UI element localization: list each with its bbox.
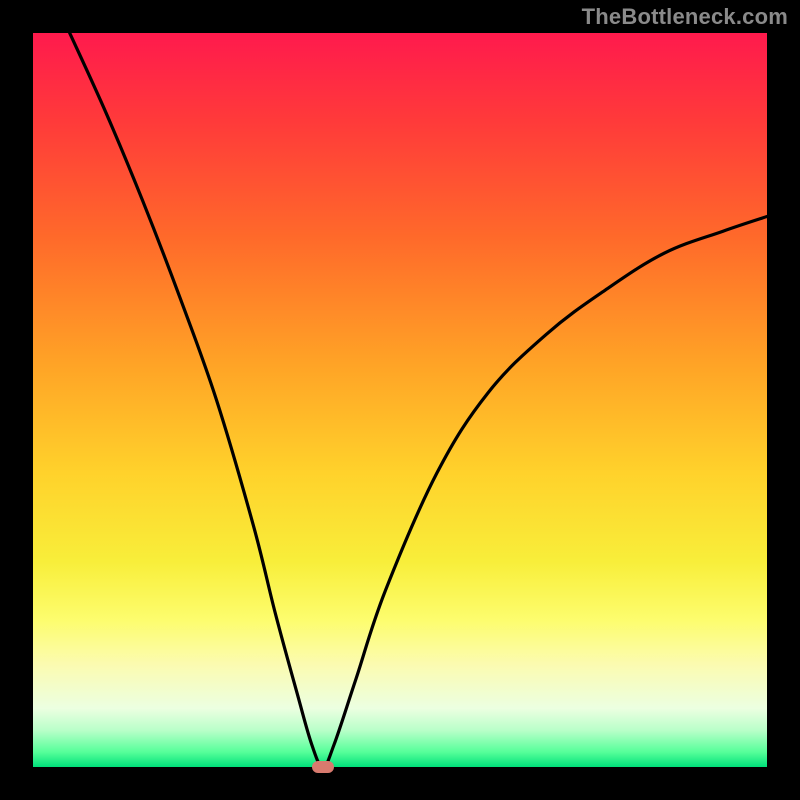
chart-frame: TheBottleneck.com	[0, 0, 800, 800]
watermark-text: TheBottleneck.com	[582, 4, 788, 30]
plot-area	[33, 33, 767, 767]
bottleneck-curve	[33, 33, 767, 767]
optimum-marker	[312, 761, 334, 773]
